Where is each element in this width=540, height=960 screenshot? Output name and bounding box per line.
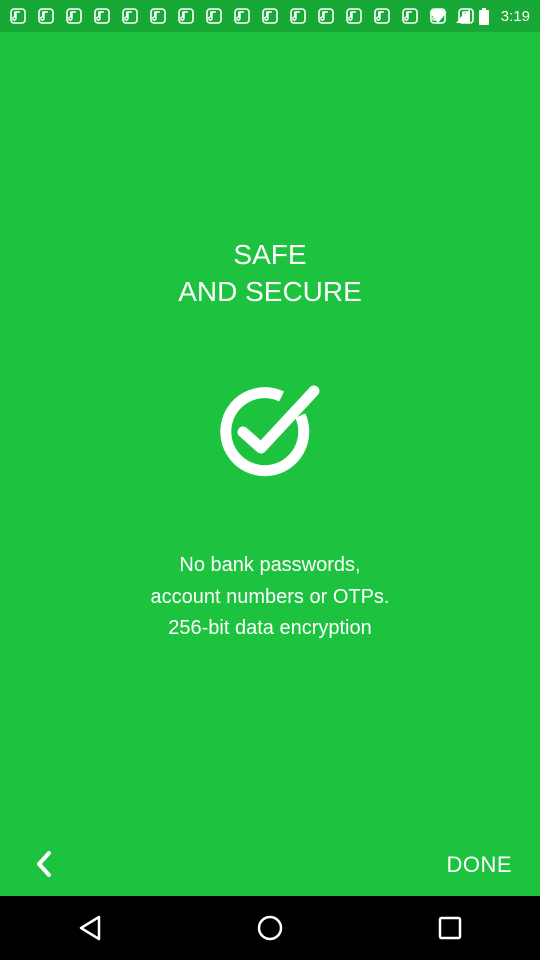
system-nav-bar (0, 896, 540, 960)
nav-back-icon (79, 915, 101, 941)
nav-home-icon (257, 915, 283, 941)
check-circle-icon (216, 384, 324, 478)
nav-recents-button[interactable] (420, 904, 480, 952)
battery-icon (478, 7, 489, 25)
notification-icon (374, 8, 390, 24)
nav-back-button[interactable] (60, 904, 120, 952)
notification-icon (38, 8, 54, 24)
nav-recents-icon (438, 916, 462, 940)
page-title: SAFE AND SECURE (0, 236, 540, 310)
description-line-3: 256-bit data encryption (168, 617, 372, 639)
description-line-1: No bank passwords, (179, 554, 361, 576)
title-line-2: AND SECURE (178, 276, 362, 307)
back-button[interactable] (28, 848, 60, 880)
notification-icon (178, 8, 194, 24)
notification-icon (290, 8, 306, 24)
notification-icon (346, 8, 362, 24)
nav-home-button[interactable] (240, 904, 300, 952)
chevron-left-icon (37, 851, 51, 877)
notification-icon (122, 8, 138, 24)
notification-icon (94, 8, 110, 24)
security-description: No bank passwords, account numbers or OT… (0, 550, 540, 645)
notification-icon (10, 8, 26, 24)
status-icons: 3:19 (429, 0, 530, 32)
notification-icons (10, 8, 474, 24)
notification-icon (234, 8, 250, 24)
status-time: 3:19 (500, 7, 530, 25)
title-line-1: SAFE (233, 239, 307, 270)
wifi-icon (429, 9, 447, 23)
description-line-2: account numbers or OTPs. (150, 585, 390, 608)
notification-icon (402, 8, 418, 24)
notification-icon (262, 8, 278, 24)
status-bar: 3:19 (0, 0, 540, 32)
notification-icon (318, 8, 334, 24)
done-button[interactable]: DONE (446, 846, 512, 884)
notification-icon (206, 8, 222, 24)
cell-signal-icon (455, 9, 470, 23)
notification-icon (66, 8, 82, 24)
notification-icon (150, 8, 166, 24)
